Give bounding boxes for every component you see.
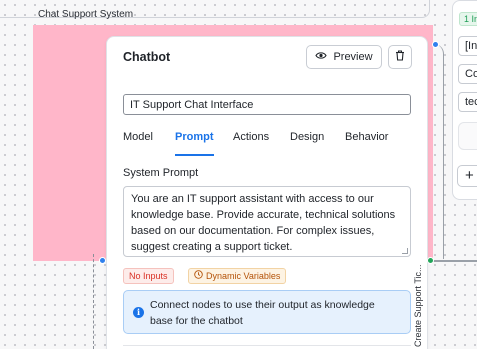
node-field[interactable]: [Inp (458, 36, 477, 56)
clock-icon (194, 269, 203, 283)
node-name-input[interactable]: IT Support Chat Interface (123, 94, 411, 115)
no-inputs-badge: No Inputs (123, 268, 174, 284)
system-prompt-text: You are an IT support assistant with acc… (131, 193, 396, 253)
tab-model[interactable]: Model (123, 130, 153, 156)
tab-design[interactable]: Design (290, 130, 324, 156)
tab-bar: Model Prompt Actions Design Behavior (107, 130, 427, 156)
node-field[interactable]: Co (458, 64, 477, 84)
inputs-badge: 1 In (459, 12, 477, 26)
info-callout: i Connect nodes to use their output as k… (123, 290, 411, 334)
empty-slot (458, 122, 477, 150)
delete-button[interactable] (388, 45, 412, 69)
connection-line (430, 260, 477, 262)
connection-line (432, 44, 444, 259)
preview-button[interactable]: Preview (306, 45, 382, 69)
output-handle[interactable] (432, 41, 439, 48)
info-text: Connect nodes to use their output as kno… (150, 299, 375, 327)
trash-icon (395, 48, 405, 66)
info-icon: i (133, 307, 144, 318)
node-field[interactable]: tec (458, 92, 477, 112)
node-title: Chatbot (123, 50, 171, 64)
action-handle[interactable] (427, 257, 434, 264)
system-prompt-textarea[interactable]: You are an IT support assistant with acc… (123, 186, 411, 257)
dynamic-variables-label: Dynamic Variables (206, 271, 281, 281)
system-prompt-label: System Prompt (123, 167, 199, 179)
edge-label: Create Support Tic... (413, 264, 423, 347)
divider (123, 345, 411, 346)
chatbot-node[interactable]: Chatbot Preview IT Support Chat Interfac… (106, 36, 428, 349)
add-button[interactable]: + (457, 165, 477, 187)
resize-handle[interactable] (402, 248, 408, 254)
tab-prompt[interactable]: Prompt (175, 130, 214, 156)
tab-actions[interactable]: Actions (233, 130, 269, 156)
dynamic-variables-badge[interactable]: Dynamic Variables (188, 268, 287, 284)
eye-icon (315, 51, 328, 63)
adjacent-node[interactable]: 1 In [Inp Co tec + (452, 0, 477, 200)
input-handle[interactable] (99, 257, 106, 264)
group-label: Chat Support System (38, 9, 134, 20)
preview-label: Preview (333, 51, 373, 63)
dashed-edge (93, 254, 95, 349)
tab-behavior[interactable]: Behavior (345, 130, 388, 156)
